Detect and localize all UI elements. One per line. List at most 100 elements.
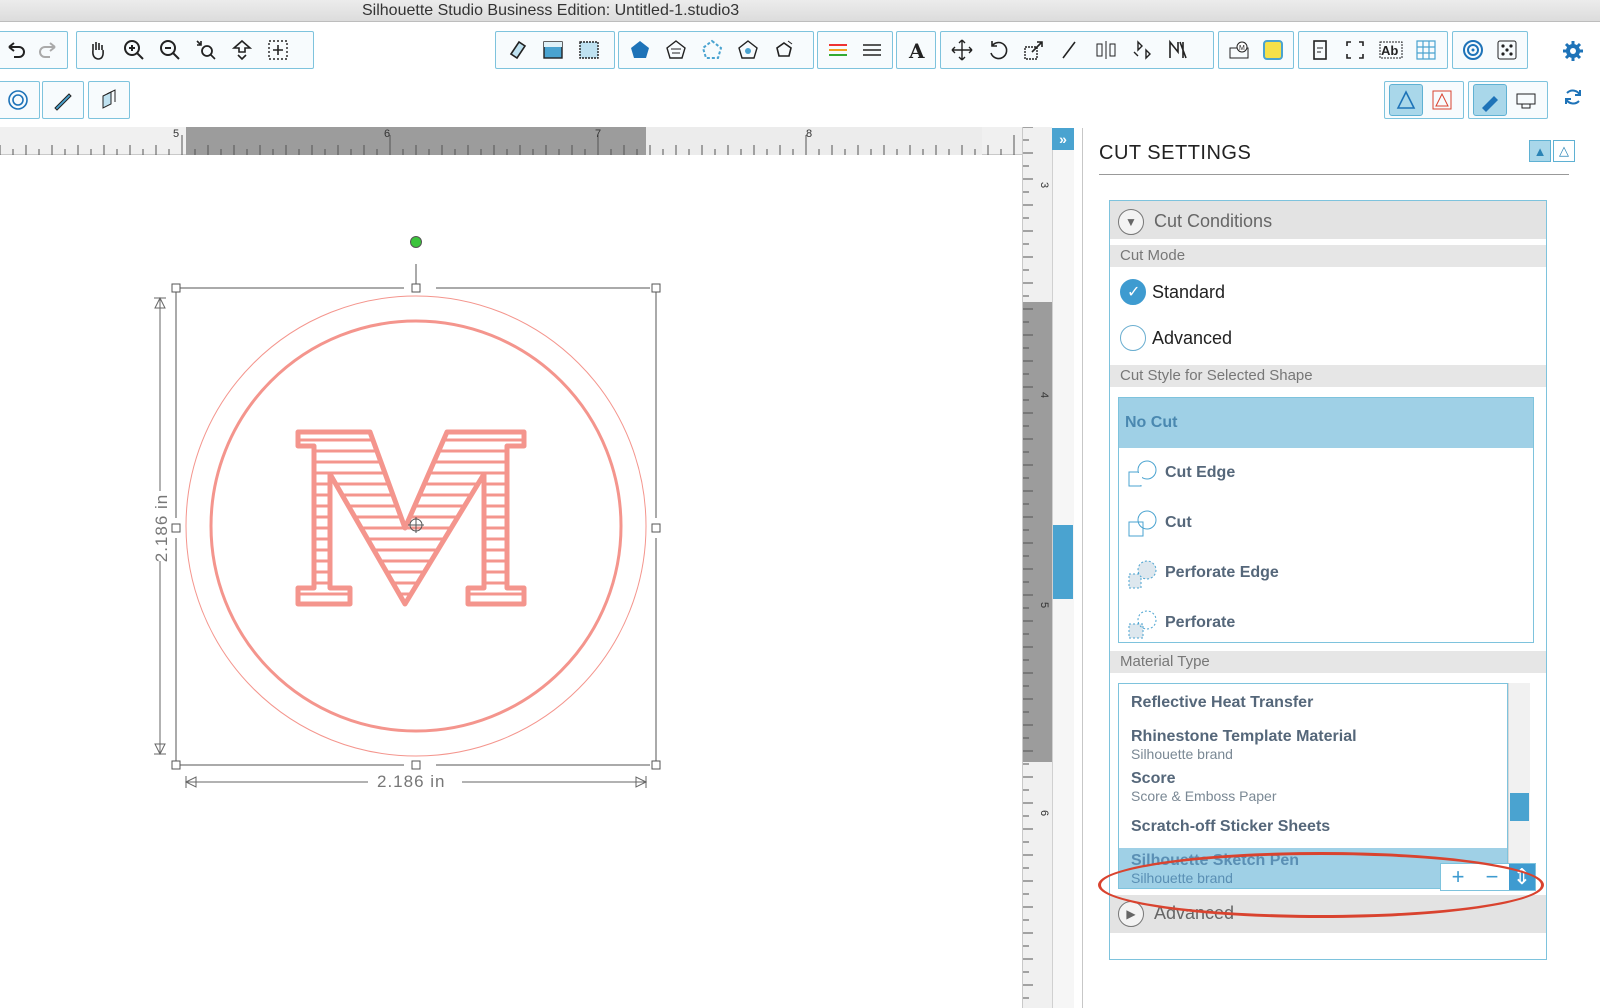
send-machine-icon[interactable] xyxy=(1509,84,1543,116)
title-bar: Silhouette Studio Business Edition: Unti… xyxy=(0,0,1600,22)
cut-style-heading: Cut Style for Selected Shape xyxy=(1110,365,1546,387)
material-item[interactable]: Scratch-off Sticker Sheets xyxy=(1119,808,1507,842)
page-group: Ab xyxy=(1298,31,1448,69)
collapse-panel-button[interactable]: » xyxy=(1052,128,1074,150)
zoom-out-icon[interactable] xyxy=(153,34,187,66)
rotate-handle xyxy=(410,236,422,248)
store-icon[interactable] xyxy=(1257,34,1289,66)
offset-icon[interactable] xyxy=(767,34,801,66)
transform-icon[interactable] xyxy=(945,34,979,66)
library-group: M xyxy=(1218,31,1294,69)
text-style-icon[interactable]: Ab xyxy=(1374,34,1408,66)
ruler-label: 8 xyxy=(806,128,813,140)
pattern-fill-icon[interactable] xyxy=(572,34,606,66)
point-edit-icon[interactable] xyxy=(731,34,765,66)
svg-text:Ab: Ab xyxy=(1381,43,1398,58)
sketch-icon[interactable] xyxy=(47,84,79,116)
replicate-icon[interactable] xyxy=(1125,34,1159,66)
line-color-icon[interactable] xyxy=(695,34,729,66)
cut-style-cut-edge[interactable]: Cut Edge xyxy=(1119,448,1533,498)
ruler-label: 6 xyxy=(384,128,391,140)
align-icon[interactable] xyxy=(1089,34,1123,66)
material-name: Silhouette Sketch Pen xyxy=(1131,852,1300,869)
ruler-label: 3 xyxy=(1038,181,1051,189)
advanced-section-label: Advanced xyxy=(1154,903,1235,923)
drag-zoom-icon[interactable] xyxy=(225,34,259,66)
collapse-all-icon[interactable]: △ xyxy=(1553,140,1575,162)
redo-icon[interactable] xyxy=(33,34,63,66)
cut-style-label: Perforate xyxy=(1165,614,1236,631)
scroll-arrows-icon[interactable]: ⇕ xyxy=(1509,864,1535,890)
fill-panel-icon[interactable] xyxy=(536,34,570,66)
cut-settings-icon[interactable] xyxy=(1389,84,1423,116)
cut-style-label: Perforate Edge xyxy=(1165,564,1279,581)
material-item[interactable]: Reflective Heat Transfer xyxy=(1119,684,1507,718)
scale-icon[interactable] xyxy=(1017,34,1051,66)
transform-group xyxy=(940,31,1214,69)
cut-icon xyxy=(1128,510,1157,537)
zoom-in-icon[interactable] xyxy=(117,34,151,66)
material-name: Rhinestone Template Material xyxy=(1131,728,1357,745)
fit-to-page-icon[interactable] xyxy=(261,34,295,66)
cut-style-no-cut[interactable]: No Cut xyxy=(1119,398,1533,448)
cut-style-perforate-edge[interactable]: Perforate Edge xyxy=(1119,548,1533,598)
offset-group xyxy=(0,81,40,119)
expand-triangle-icon[interactable]: ▶ xyxy=(1118,901,1144,927)
trace-icon[interactable] xyxy=(1339,34,1373,66)
modify-icon[interactable] xyxy=(1161,34,1195,66)
grid-icon[interactable] xyxy=(1410,34,1444,66)
remove-material-button[interactable]: − xyxy=(1475,864,1509,890)
print-cut-icon[interactable] xyxy=(1425,84,1459,116)
layers-icon[interactable] xyxy=(93,84,125,116)
line-group xyxy=(817,31,893,69)
collapse-triangle-icon[interactable]: ▼ xyxy=(1118,209,1144,235)
pentagon-fill-icon[interactable] xyxy=(623,34,657,66)
shape-group xyxy=(618,31,814,69)
shear-icon[interactable] xyxy=(1053,34,1087,66)
undo-redo-group xyxy=(0,31,68,69)
advanced-section-header[interactable]: ▶ Advanced xyxy=(1110,895,1546,933)
rotate-icon[interactable] xyxy=(981,34,1015,66)
text-group: A xyxy=(896,31,936,69)
line-panel-icon[interactable] xyxy=(822,34,854,66)
send-pen-icon[interactable] xyxy=(1473,84,1507,116)
width-dimension-label: 2.186 in xyxy=(377,772,446,791)
standard-radio[interactable] xyxy=(1120,279,1146,305)
offset-rings-icon[interactable] xyxy=(1,84,35,116)
material-item[interactable]: Score Score & Emboss Paper xyxy=(1119,764,1507,804)
cut-style-perforate[interactable]: Perforate xyxy=(1119,598,1533,648)
design-canvas[interactable]: 2.186 in 2.186 in xyxy=(0,156,1022,1008)
expand-all-icon[interactable]: ▲ xyxy=(1529,140,1551,162)
material-item[interactable]: Rhinestone Template Material Silhouette … xyxy=(1119,722,1507,762)
sync-icon[interactable] xyxy=(1556,81,1590,113)
vertical-ruler: 3 4 5 6 xyxy=(1022,127,1053,1008)
material-list: Reflective Heat Transfer Rhinestone Temp… xyxy=(1118,683,1508,889)
dots-icon[interactable] xyxy=(1491,34,1523,66)
cut-conditions-section: ▼ Cut Conditions Cut Mode Standard Advan… xyxy=(1109,200,1547,960)
eraser-icon[interactable] xyxy=(500,34,534,66)
zoom-select-icon[interactable] xyxy=(189,34,223,66)
panel-arrows: ▲ △ xyxy=(1529,140,1575,164)
undo-icon[interactable] xyxy=(1,34,31,66)
cut-style-cut[interactable]: Cut xyxy=(1119,498,1533,548)
line-style-icon[interactable] xyxy=(659,34,693,66)
library-icon[interactable]: M xyxy=(1223,34,1255,66)
material-type-heading: Material Type xyxy=(1110,651,1546,673)
page-setup-icon[interactable] xyxy=(1303,34,1337,66)
material-scrollbar[interactable] xyxy=(1508,683,1530,889)
panel-title: CUT SETTINGS xyxy=(1099,142,1252,164)
settings-icon[interactable] xyxy=(1556,35,1590,67)
pan-icon[interactable] xyxy=(81,34,115,66)
cut-conditions-header[interactable]: ▼ Cut Conditions xyxy=(1110,201,1546,239)
advanced-radio[interactable] xyxy=(1120,325,1146,351)
vertical-scroll-thumb[interactable] xyxy=(1053,525,1073,599)
sketch-group xyxy=(42,81,84,119)
height-dimension-label: 2.186 in xyxy=(152,493,171,563)
cut-style-label: No Cut xyxy=(1125,414,1178,431)
text-icon[interactable]: A xyxy=(901,34,931,66)
add-material-button[interactable]: + xyxy=(1441,864,1475,890)
registration-icon[interactable] xyxy=(1457,34,1489,66)
material-name: Score xyxy=(1131,770,1176,787)
material-scroll-thumb[interactable] xyxy=(1510,793,1529,821)
lines-icon[interactable] xyxy=(856,34,888,66)
